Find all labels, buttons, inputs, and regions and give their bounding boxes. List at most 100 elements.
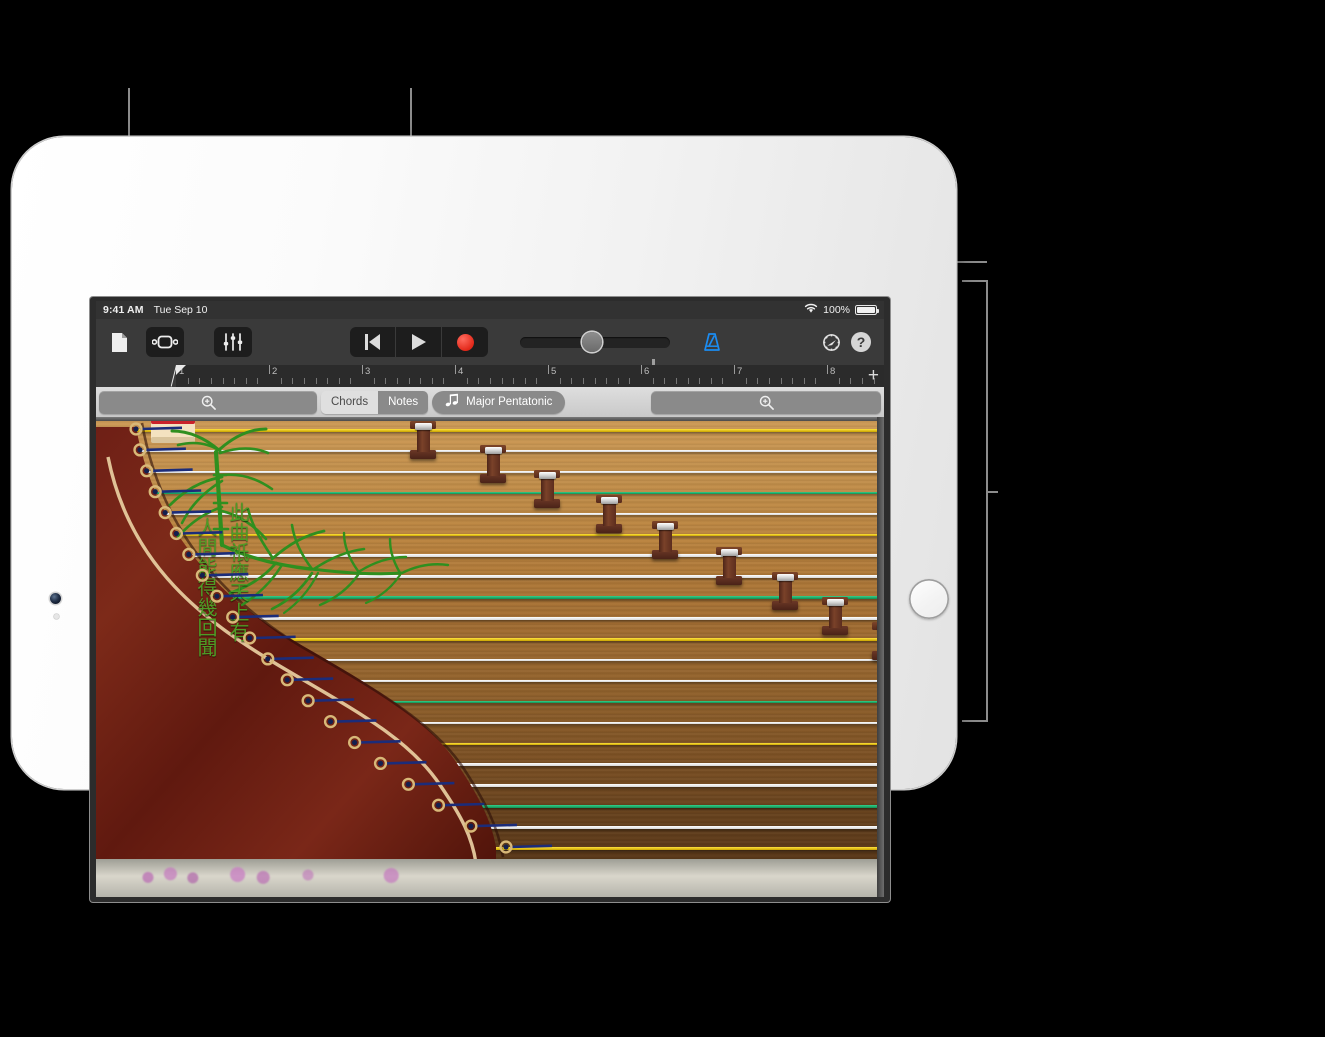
- tab-chords[interactable]: Chords: [321, 390, 379, 414]
- master-volume-slider[interactable]: [520, 332, 670, 352]
- ruler-beat-tick: [687, 378, 689, 384]
- movable-bridge[interactable]: [596, 495, 622, 533]
- string-winding: [169, 510, 212, 514]
- double-eighth-note-icon: [445, 393, 460, 411]
- ruler-beat-tick: [803, 378, 805, 384]
- tuning-peg[interactable]: [173, 530, 179, 537]
- ruler-beat-tick: [315, 378, 317, 384]
- ruler-beat-tick: [699, 378, 701, 384]
- ruler-bar-tick: [455, 365, 456, 374]
- ruler-bar-label: 2: [272, 366, 278, 377]
- string-winding: [334, 719, 377, 723]
- tuning-peg[interactable]: [503, 844, 509, 850]
- tuning-peg[interactable]: [247, 635, 253, 641]
- tuning-peg[interactable]: [230, 614, 236, 620]
- callout-tick-right: [988, 491, 998, 494]
- transport-controls: [350, 327, 488, 357]
- ipad-screen: 9:41 AM Tue Sep 10 100% ? 1 2 3 4 5 6 7 …: [96, 301, 884, 897]
- ruler-beat-tick: [629, 378, 631, 384]
- movable-bridge[interactable]: [652, 521, 678, 559]
- mixer-sliders-icon[interactable]: [214, 327, 252, 357]
- string-winding: [236, 614, 279, 619]
- string-winding: [271, 656, 314, 661]
- ruler-beat-tick: [489, 378, 491, 384]
- ruler-beat-tick: [303, 378, 305, 384]
- scale-selector-button[interactable]: Major Pentatonic: [432, 390, 566, 414]
- help-question-icon[interactable]: ?: [846, 327, 876, 357]
- tuning-peg[interactable]: [162, 510, 168, 516]
- tuning-peg[interactable]: [351, 739, 358, 746]
- ruler-beat-tick: [350, 378, 352, 384]
- battery-percent: 100%: [823, 304, 850, 316]
- ruler-beat-tick: [617, 378, 619, 384]
- ruler-bar-tick: [641, 365, 642, 374]
- ruler-beat-tick: [582, 378, 584, 384]
- string-winding: [139, 426, 183, 431]
- ruler-beat-tick: [501, 378, 503, 384]
- battery-full-icon: [855, 305, 880, 315]
- play-icon[interactable]: [396, 327, 442, 357]
- string-winding: [192, 551, 235, 556]
- ruler-beat-tick: [513, 378, 515, 384]
- tuning-peg[interactable]: [186, 551, 192, 557]
- rewind-to-start-icon[interactable]: [350, 327, 396, 357]
- tuning-peg[interactable]: [377, 760, 384, 766]
- tuning-peg[interactable]: [327, 719, 334, 725]
- string-winding: [143, 447, 186, 452]
- movable-bridge[interactable]: [716, 547, 742, 585]
- tuning-peg[interactable]: [468, 823, 474, 829]
- home-button[interactable]: [909, 579, 949, 619]
- tuning-peg[interactable]: [435, 802, 442, 808]
- string-winding: [150, 468, 193, 473]
- ruler-bar-label: 5: [551, 366, 557, 377]
- ruler-beat-tick: [606, 378, 608, 384]
- ruler-beat-tick: [524, 378, 526, 384]
- movable-bridge[interactable]: [480, 445, 506, 483]
- ruler-beat-tick: [710, 378, 712, 384]
- movable-bridge[interactable]: [534, 470, 560, 508]
- tuning-peg[interactable]: [199, 572, 205, 578]
- tuning-peg-layer: [129, 422, 553, 854]
- chords-notes-segmented-control[interactable]: Chords Notes: [321, 390, 429, 414]
- movable-bridge[interactable]: [410, 421, 436, 459]
- tuning-peg[interactable]: [137, 447, 143, 453]
- document-icon[interactable]: [104, 327, 134, 357]
- purple-flowers: [116, 863, 436, 887]
- tab-notes[interactable]: Notes: [378, 390, 429, 414]
- ruler-beat-tick: [559, 378, 561, 384]
- track-view-icon[interactable]: [146, 327, 184, 357]
- add-section-button[interactable]: +: [868, 366, 879, 385]
- string-winding: [442, 802, 485, 807]
- zoom-out-left-button[interactable]: [99, 390, 317, 414]
- movable-bridge[interactable]: [822, 597, 848, 635]
- movable-bridge[interactable]: [772, 572, 798, 610]
- tuning-peg[interactable]: [284, 677, 290, 683]
- string-winding: [291, 677, 334, 682]
- playhead[interactable]: [170, 365, 188, 387]
- string-winding: [509, 844, 553, 849]
- zoom-out-right-button[interactable]: [651, 390, 881, 414]
- ruler-beat-tick: [385, 378, 387, 384]
- timeline-ruler[interactable]: 12345678 +: [96, 359, 884, 387]
- record-icon[interactable]: [442, 327, 488, 357]
- settings-gear-icon[interactable]: [816, 327, 846, 357]
- status-time: 9:41 AM: [103, 304, 144, 316]
- ruler-beat-tick: [745, 378, 747, 384]
- screenshot-root: 9:41 AM Tue Sep 10 100% ? 1 2 3 4 5 6 7 …: [0, 0, 1325, 1037]
- ruler-bar-tick: [269, 365, 270, 374]
- tuning-peg[interactable]: [265, 656, 271, 662]
- tuning-peg[interactable]: [214, 593, 220, 599]
- ruler-beat-tick: [327, 378, 329, 384]
- ruler-beat-tick: [373, 378, 375, 384]
- ruler-beat-tick: [420, 378, 422, 384]
- tuning-peg[interactable]: [133, 426, 139, 432]
- tuning-peg[interactable]: [405, 781, 411, 787]
- tuning-peg[interactable]: [144, 468, 150, 474]
- status-date: Tue Sep 10: [153, 304, 208, 316]
- string-winding: [206, 572, 249, 577]
- guzheng-instrument[interactable]: 此曲祇應天上有 人間能得幾回聞 ••••••••••••: [96, 417, 884, 897]
- ruler-beat-tick: [594, 378, 596, 384]
- metronome-icon[interactable]: [698, 328, 726, 356]
- tuning-peg[interactable]: [152, 489, 158, 495]
- tuning-peg[interactable]: [305, 698, 311, 704]
